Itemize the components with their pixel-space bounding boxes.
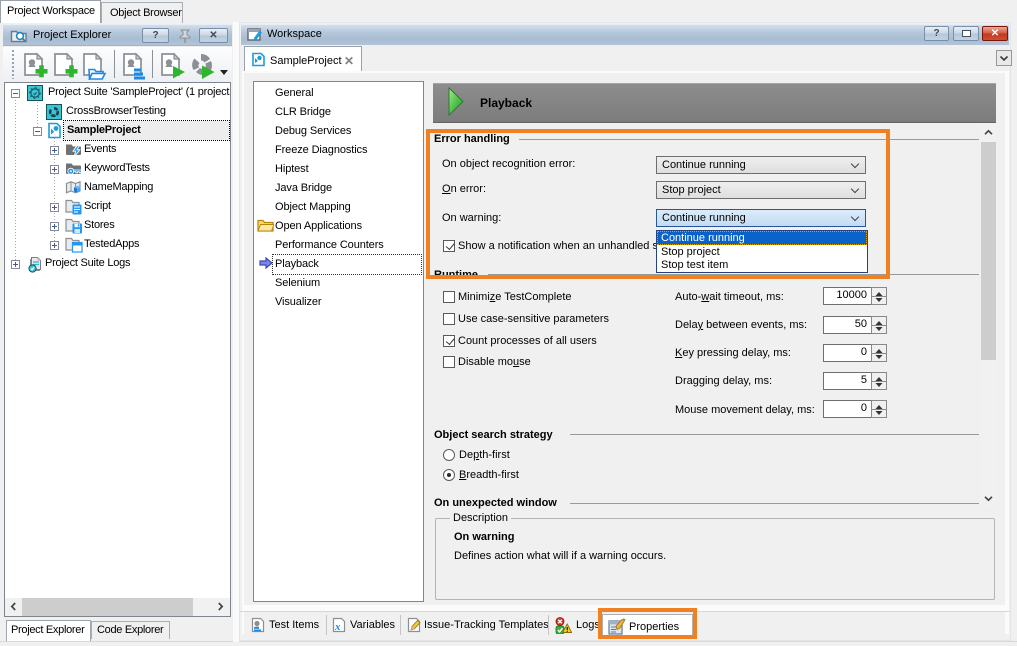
svg-text:x: x <box>334 621 341 633</box>
